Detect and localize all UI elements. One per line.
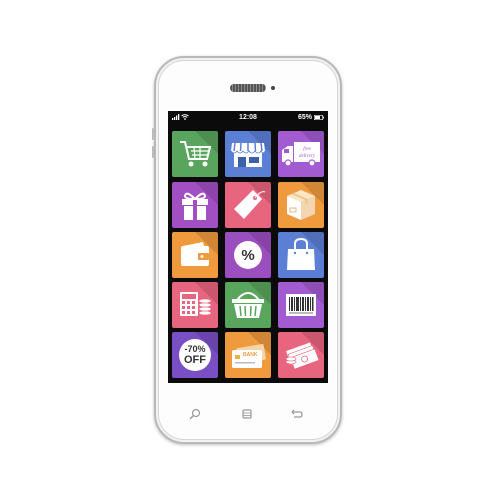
app-package[interactable]: [278, 182, 324, 228]
svg-text:delivery: delivery: [299, 154, 316, 159]
app-discount[interactable]: %: [225, 232, 271, 278]
app-credit-card[interactable]: BANK: [225, 332, 271, 378]
home-square-icon[interactable]: [241, 408, 253, 420]
volume-up-button[interactable]: [152, 128, 154, 140]
back-arrow-icon[interactable]: [291, 408, 303, 420]
volume-down-button[interactable]: [152, 146, 154, 158]
app-grid: free delivery % -70% OFF BANK: [172, 131, 324, 381]
store-icon: [230, 142, 266, 167]
shopping-bag-icon: [287, 237, 315, 270]
sale-percent-label: -70%: [184, 344, 206, 354]
svg-text:free: free: [303, 147, 311, 152]
app-price-tag[interactable]: [225, 182, 271, 228]
earpiece-speaker: [230, 84, 266, 92]
price-tag-icon: [234, 190, 266, 219]
delivery-truck-icon: free delivery: [282, 142, 320, 167]
sale-off-label: OFF: [184, 354, 206, 366]
front-camera: [271, 86, 275, 90]
bank-card-label: BANK: [243, 352, 258, 358]
app-shopping-bag[interactable]: [278, 232, 324, 278]
app-sale-badge[interactable]: -70% OFF: [172, 332, 218, 378]
battery-percent: 65%: [297, 114, 312, 121]
app-money[interactable]: [278, 332, 324, 378]
barcode-icon: [286, 294, 316, 316]
status-bar: 12:08 65%: [168, 111, 328, 125]
basket-icon: [232, 292, 264, 318]
app-basket[interactable]: [225, 282, 271, 328]
app-barcode[interactable]: [278, 282, 324, 328]
app-shopping-cart[interactable]: [172, 131, 218, 177]
phone-screen: 12:08 65% free delivery % -70% OFF BANK: [168, 111, 328, 383]
app-gift[interactable]: [172, 182, 218, 228]
shopping-cart-icon: [180, 141, 212, 167]
gift-box-icon: [182, 192, 208, 220]
search-icon[interactable]: [189, 408, 201, 420]
package-box-icon: [287, 190, 315, 220]
calculator-icon: [180, 292, 212, 316]
app-free-delivery[interactable]: free delivery: [278, 131, 324, 177]
app-storefront[interactable]: [225, 131, 271, 177]
battery-icon: [314, 115, 324, 120]
app-calculator[interactable]: [172, 282, 218, 328]
money-stack-icon: [285, 341, 320, 370]
wallet-icon: [181, 242, 209, 266]
svg-text:%: %: [241, 247, 254, 264]
app-wallet[interactable]: [172, 232, 218, 278]
percent-icon: %: [234, 241, 262, 269]
